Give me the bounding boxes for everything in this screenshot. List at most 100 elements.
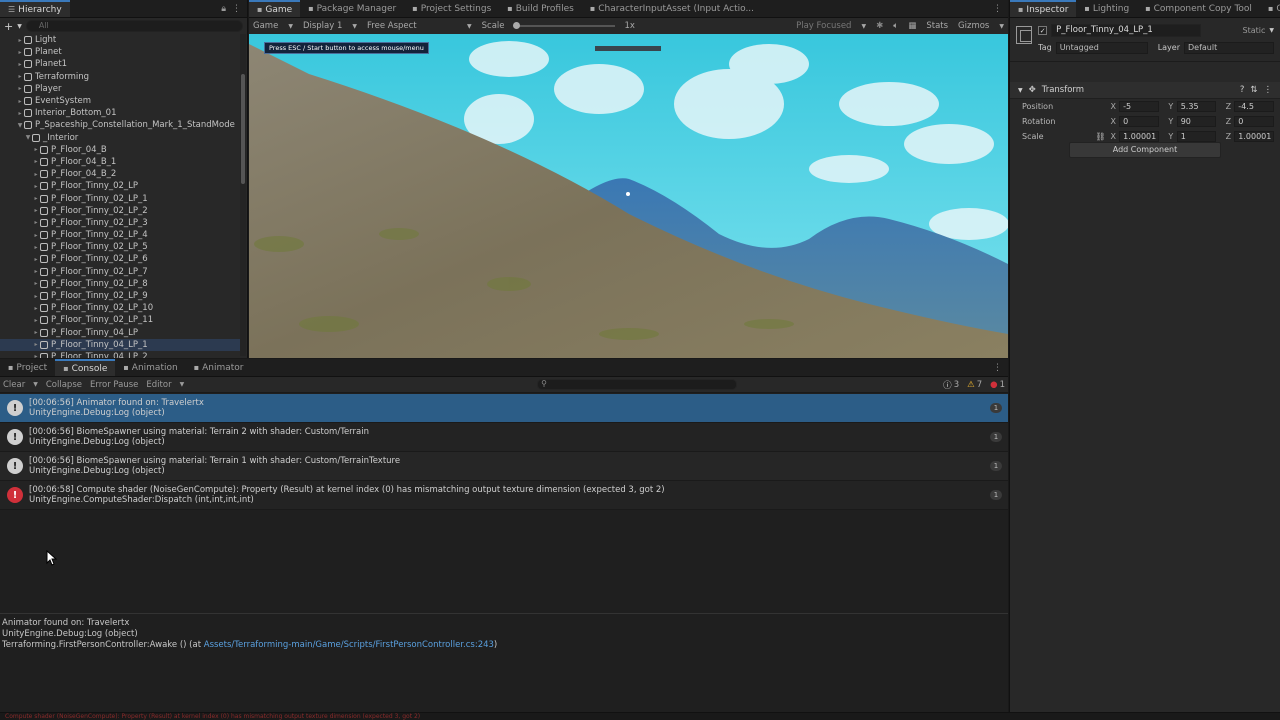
- hierarchy-item[interactable]: ▸ P_Floor_Tinny_02_LP_7: [0, 266, 240, 278]
- editor-tab[interactable]: ▪ CharacterInputAsset (Input Actio...: [582, 0, 762, 17]
- info-count-toggle[interactable]: ⓘ 3: [943, 379, 959, 391]
- preset-icon[interactable]: ⇅: [1250, 85, 1257, 95]
- error-pause-toggle[interactable]: Error Pause: [90, 380, 138, 390]
- expand-arrow-icon[interactable]: ▸: [16, 110, 24, 117]
- hierarchy-item[interactable]: ▸ Interior_Bottom_01: [0, 107, 240, 119]
- hierarchy-item[interactable]: ▸ P_Floor_Tinny_02_LP_9: [0, 290, 240, 302]
- expand-arrow-icon[interactable]: ▸: [16, 61, 24, 68]
- kebab-menu-icon[interactable]: ⋮: [993, 363, 1002, 373]
- display-dropdown[interactable]: Display 1: [303, 21, 342, 31]
- add-component-button[interactable]: Add Component: [1069, 142, 1221, 158]
- expand-arrow-icon[interactable]: ▸: [16, 98, 24, 105]
- help-icon[interactable]: ?: [1240, 85, 1245, 95]
- scale-y-field[interactable]: 1: [1176, 131, 1217, 142]
- slider-knob[interactable]: [512, 22, 520, 29]
- console-tab[interactable]: ▪ Console: [55, 359, 116, 376]
- transform-component-header[interactable]: ▼ ✥ Transform ? ⇅ ⋮: [1010, 82, 1280, 99]
- hierarchy-item[interactable]: ▸ P_Floor_Tinny_02_LP_11: [0, 314, 240, 326]
- hierarchy-item[interactable]: ▸ P_Floor_04_B: [0, 144, 240, 156]
- hierarchy-item[interactable]: ▸ P_Floor_Tinny_02_LP_8: [0, 278, 240, 290]
- tag-dropdown[interactable]: Untagged: [1055, 41, 1148, 54]
- script-link[interactable]: Assets/Terraforming-main/Game/Scripts/Fi…: [204, 640, 494, 650]
- hierarchy-search-input[interactable]: All: [25, 20, 243, 32]
- expand-arrow-icon[interactable]: ▸: [32, 341, 40, 348]
- play-focused-dropdown[interactable]: Play Focused: [796, 21, 851, 31]
- hierarchy-item[interactable]: ▸ P_Floor_Tinny_02_LP_6: [0, 253, 240, 265]
- expand-arrow-icon[interactable]: ▸: [32, 305, 40, 312]
- expand-arrow-icon[interactable]: ▸: [32, 317, 40, 324]
- scale-slider[interactable]: [512, 22, 615, 29]
- tab-hierarchy[interactable]: ☰ Hierarchy: [0, 0, 70, 17]
- rotation-z-field[interactable]: 0: [1234, 116, 1274, 127]
- status-error-text[interactable]: Compute shader (NoiseGenCompute): Proper…: [5, 713, 420, 720]
- expand-arrow-icon[interactable]: ▼: [16, 122, 24, 129]
- hierarchy-item[interactable]: ▸ P_Floor_Tinny_02_LP_4: [0, 229, 240, 241]
- hierarchy-item[interactable]: ▼ _Interior: [0, 132, 240, 144]
- stats-button[interactable]: Stats: [926, 21, 948, 31]
- hierarchy-item[interactable]: ▸ P_Floor_Tinny_02_LP_1: [0, 192, 240, 204]
- scrollbar-thumb[interactable]: [241, 74, 245, 184]
- chevron-down-icon[interactable]: ▼: [1018, 87, 1023, 94]
- hierarchy-item[interactable]: ▸ P_Floor_Tinny_04_LP_1: [0, 338, 240, 351]
- object-name-field[interactable]: P_Floor_Tinny_04_LP_1: [1051, 24, 1202, 37]
- clear-button[interactable]: Clear: [3, 380, 25, 390]
- expand-arrow-icon[interactable]: ▸: [32, 329, 40, 336]
- hierarchy-item[interactable]: ▸ P_Floor_Tinny_04_LP_2: [0, 351, 240, 358]
- expand-arrow-icon[interactable]: ▸: [32, 268, 40, 275]
- expand-arrow-icon[interactable]: ▸: [32, 232, 40, 239]
- hierarchy-item[interactable]: ▸ P_Floor_04_B_2: [0, 168, 240, 180]
- expand-arrow-icon[interactable]: ▸: [32, 293, 40, 300]
- console-tab[interactable]: ▪ Animation: [115, 359, 185, 376]
- expand-arrow-icon[interactable]: ▸: [32, 280, 40, 287]
- expand-arrow-icon[interactable]: ▸: [32, 244, 40, 251]
- expand-arrow-icon[interactable]: ▼: [24, 134, 32, 141]
- hierarchy-item[interactable]: ▸ Planet1: [0, 58, 240, 70]
- position-z-field[interactable]: -4.5: [1234, 101, 1274, 112]
- expand-arrow-icon[interactable]: ▸: [16, 85, 24, 92]
- expand-arrow-icon[interactable]: ▸: [32, 146, 40, 153]
- expand-arrow-icon[interactable]: ▸: [32, 256, 40, 263]
- hierarchy-item[interactable]: ▸ P_Floor_04_B_1: [0, 156, 240, 168]
- editor-tab[interactable]: ▪ Game: [249, 0, 301, 17]
- console-search-input[interactable]: ⚲: [537, 379, 738, 390]
- add-button[interactable]: +: [4, 20, 13, 33]
- grid-icon[interactable]: ▦: [908, 21, 916, 31]
- console-log-entry[interactable]: ! [00:06:56] Animator found on: Travelert…: [0, 394, 1008, 423]
- position-x-field[interactable]: -5: [1119, 101, 1159, 112]
- kebab-menu-icon[interactable]: ⋮: [1264, 85, 1273, 95]
- chevron-down-icon[interactable]: ▼: [17, 23, 22, 30]
- lock-icon[interactable]: 🔒︎: [221, 4, 226, 14]
- expand-arrow-icon[interactable]: ▸: [32, 195, 40, 202]
- expand-arrow-icon[interactable]: ▸: [32, 183, 40, 190]
- collapse-toggle[interactable]: Collapse: [46, 380, 82, 390]
- hierarchy-item[interactable]: ▸ P_Floor_Tinny_02_LP_5: [0, 241, 240, 253]
- bug-icon[interactable]: ✱: [876, 21, 883, 31]
- hierarchy-item[interactable]: ▼ P_Spaceship_Constellation_Mark_1_StandM…: [0, 119, 240, 131]
- expand-arrow-icon[interactable]: ▸: [16, 37, 24, 44]
- editor-tab[interactable]: ▪ Project Settings: [404, 0, 499, 17]
- hierarchy-item[interactable]: ▸ Light: [0, 34, 240, 46]
- scale-x-field[interactable]: 1.00001: [1119, 131, 1159, 142]
- static-toggle[interactable]: Static: [1243, 26, 1266, 35]
- expand-arrow-icon[interactable]: ▸: [16, 49, 24, 56]
- hierarchy-item[interactable]: ▸ P_Floor_Tinny_02_LP_10: [0, 302, 240, 314]
- hierarchy-item[interactable]: ▸ P_Floor_Tinny_02_LP_3: [0, 217, 240, 229]
- link-icon[interactable]: ⛓︎: [1095, 132, 1107, 141]
- inspector-tab[interactable]: ▪ Lighting: [1076, 0, 1137, 17]
- hierarchy-item[interactable]: ▸ Planet: [0, 46, 240, 58]
- aspect-dropdown[interactable]: Free Aspect: [367, 21, 457, 31]
- speaker-icon[interactable]: 🔈︎: [893, 21, 898, 31]
- console-log-entry[interactable]: ! [00:06:58] Compute shader (NoiseGenComp…: [0, 481, 1008, 510]
- hierarchy-scrollbar[interactable]: [240, 34, 246, 356]
- console-log-entry[interactable]: ! [00:06:56] BiomeSpawner using material:…: [0, 423, 1008, 452]
- warning-count-toggle[interactable]: ⚠ 7: [967, 380, 982, 390]
- expand-arrow-icon[interactable]: ▸: [32, 353, 40, 358]
- rotation-y-field[interactable]: 90: [1176, 116, 1217, 127]
- hierarchy-item[interactable]: ▸ P_Floor_Tinny_02_LP_2: [0, 205, 240, 217]
- expand-arrow-icon[interactable]: ▸: [32, 207, 40, 214]
- rotation-x-field[interactable]: 0: [1119, 116, 1159, 127]
- hierarchy-item[interactable]: ▸ Terraforming: [0, 71, 240, 83]
- kebab-menu-icon[interactable]: ⋮: [232, 4, 241, 14]
- inspector-tab[interactable]: ▪ Component Copy Tool: [1137, 0, 1260, 17]
- game-mode-dropdown[interactable]: Game: [253, 21, 278, 31]
